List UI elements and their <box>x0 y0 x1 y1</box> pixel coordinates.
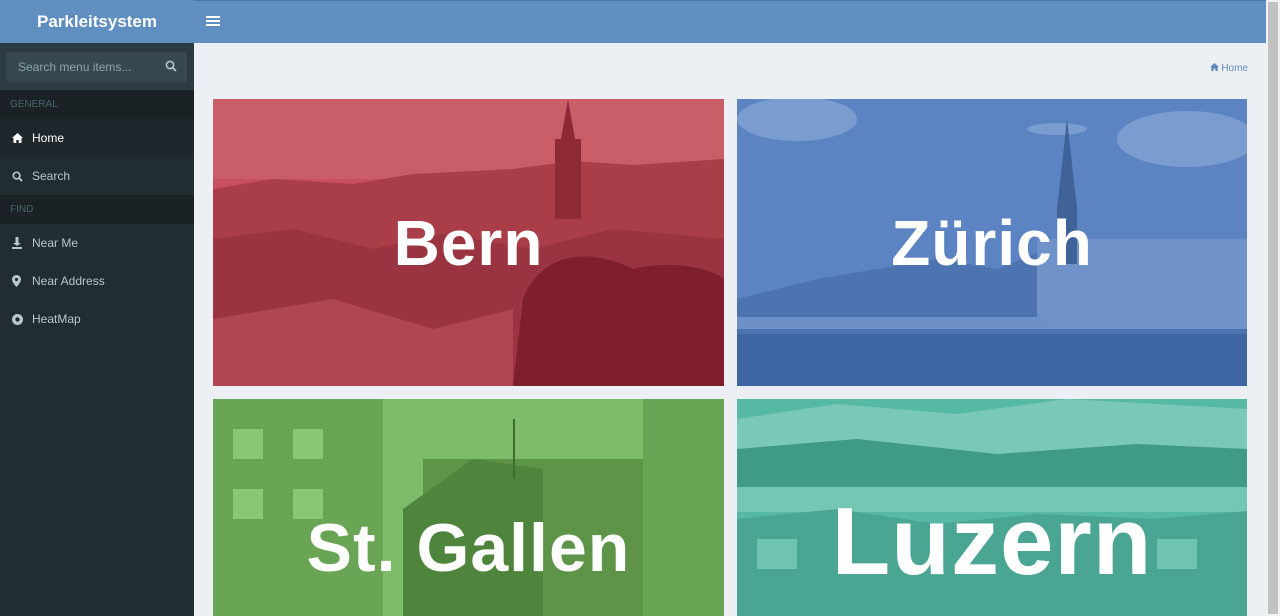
sidebar-item-heatmap[interactable]: HeatMap <box>0 300 194 338</box>
city-tile-bern[interactable]: Bern <box>213 99 724 386</box>
app-logo[interactable]: Parkleitsystem <box>0 0 194 43</box>
sidebar-search <box>0 43 194 90</box>
city-name: St. Gallen <box>306 510 631 586</box>
breadcrumb: Home <box>1210 63 1248 74</box>
breadcrumb-home-link[interactable]: Home <box>1221 63 1248 74</box>
sidebar-item-near-me[interactable]: Near Me <box>0 224 194 262</box>
city-name: Luzern <box>831 488 1153 595</box>
sidebar-item-label: Home <box>32 131 65 145</box>
section-header-find: FIND <box>0 195 194 224</box>
sidebar-item-search[interactable]: Search <box>0 157 194 195</box>
city-tile-st-gallen[interactable]: St. Gallen <box>213 399 724 616</box>
dot-circle-icon <box>12 313 32 325</box>
city-tile-luzern[interactable]: Luzern <box>737 399 1247 616</box>
section-header-general: GENERAL <box>0 90 194 119</box>
pin-down-icon <box>12 237 32 249</box>
top-navbar <box>194 0 1266 43</box>
search-box <box>6 52 187 82</box>
sidebar-item-label: HeatMap <box>32 312 81 326</box>
sidebar-item-near-address[interactable]: Near Address <box>0 262 194 300</box>
city-name: Bern <box>393 206 544 279</box>
search-input[interactable] <box>16 59 160 75</box>
sidebar-item-label: Near Address <box>32 274 105 288</box>
sidebar-item-label: Search <box>32 169 71 183</box>
sidebar: Parkleitsystem GENERAL Home Search FIND … <box>0 0 194 616</box>
sidebar-item-label: Near Me <box>32 236 79 250</box>
home-icon <box>1210 63 1220 74</box>
city-name: Zürich <box>891 206 1093 279</box>
home-icon <box>12 133 32 143</box>
hamburger-menu-icon[interactable] <box>206 13 220 29</box>
search-icon[interactable] <box>165 60 177 75</box>
sidebar-item-home[interactable]: Home <box>0 119 194 157</box>
page-scrollbar[interactable] <box>1266 0 1280 616</box>
app-title[interactable]: Parkleitsystem <box>37 12 157 32</box>
city-tile-zurich[interactable]: Zürich <box>737 99 1247 386</box>
scrollbar-thumb[interactable] <box>1268 2 1278 614</box>
map-marker-icon <box>12 275 32 287</box>
search-icon <box>12 170 32 182</box>
